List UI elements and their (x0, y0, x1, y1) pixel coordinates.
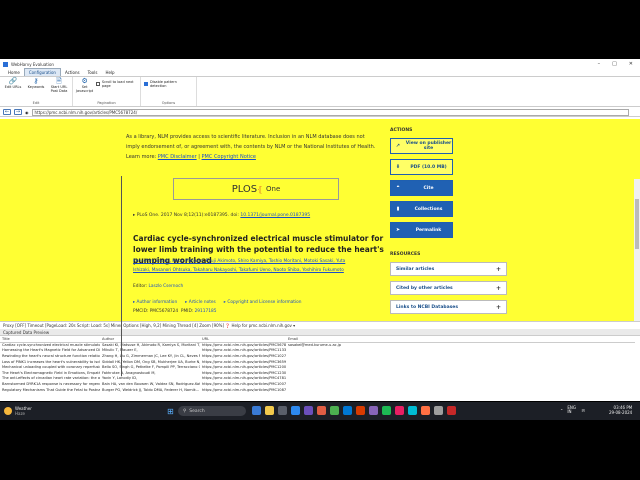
table-cell: Bello SO, Singh G, Petkelke F, Pompili P… (102, 365, 200, 370)
table-cell: Zhang H, Liu G, Zimmerman JC, Lee KY, Ji… (102, 353, 200, 358)
table-cell: Harnessing the Heart's Magnetic Field fo… (2, 348, 100, 353)
ribbon-group-edit: 🔗 Edit URLs ⚷ Keywords 🗎 Start URL Post Dat… (0, 77, 73, 106)
menu-home[interactable]: Home (4, 69, 24, 76)
group-caption-edit: Edit (32, 101, 40, 105)
keywords-button[interactable]: ⚷ Keywords (26, 77, 46, 90)
taskbar: Weather Haze ⊞ ⚲ Search ⌃ ENG IN ☴ 03:46 P… (0, 402, 640, 420)
group-caption-pagination: Pagination (97, 101, 116, 105)
taskbar-app-icon[interactable] (356, 406, 365, 415)
minimize-icon[interactable]: – (598, 61, 601, 67)
table-cell: The Heart's Electromagnetic Field in Emo… (2, 370, 100, 375)
taskbar-app-icon[interactable] (317, 406, 326, 415)
taskbar-app-icon[interactable] (408, 406, 417, 415)
table-cell: https://pmc.ncbi.nlm.nih.gov/articles/PM… (202, 359, 286, 364)
taskbar-apps (252, 406, 456, 415)
page-scrollbar[interactable] (634, 179, 640, 321)
wifi-icon[interactable]: ☴ (581, 408, 585, 413)
status-bar: Proxy [OFF] Timeout [PageLoad: 20s Scrip… (0, 321, 640, 329)
table-cell: Barnstormed DYRK1A response is necessary… (2, 381, 100, 386)
table-cell: Regulatory Mechanisms That Guide the Fet… (2, 387, 100, 392)
taskbar-app-icon[interactable] (369, 406, 378, 415)
taskbar-app-icon[interactable] (265, 406, 274, 415)
search-icon: ⚲ (183, 408, 187, 414)
page-icon: ◉ (25, 109, 29, 115)
taskbar-app-icon[interactable] (330, 406, 339, 415)
taskbar-app-icon[interactable] (343, 406, 352, 415)
taskbar-app-icon[interactable] (304, 406, 313, 415)
chevron-up-icon[interactable]: ⌃ (560, 408, 563, 413)
table-cell: https://pmc.ncbi.nlm.nih.gov/articles/PM… (202, 376, 286, 381)
table-cell: Burger PG, Weldrick JJ, Toldo DMA, Feder… (102, 387, 200, 392)
menu-help[interactable]: Help (101, 69, 118, 76)
table-cell: https://pmc.ncbi.nlm.nih.gov/articles/PM… (202, 343, 286, 348)
maximize-icon[interactable]: □ (612, 61, 617, 67)
captured-data-preview: Captured Data Preview Title Author URL Emai… (0, 329, 640, 401)
menu-configuration[interactable]: Configuration (23, 68, 61, 76)
scroll-next-page-checkbox[interactable]: Scroll to load next page (96, 80, 137, 88)
table-cell: https://pmc.ncbi.nlm.nih.gov/articles/PM… (202, 348, 286, 353)
taskbar-app-icon[interactable] (434, 406, 443, 415)
title-bar: WebHarvy Evaluation – □ ✕ (0, 59, 640, 69)
table-row[interactable]: Regulatory Mechanisms That Guide the Fet… (0, 387, 635, 393)
window-title: WebHarvy Evaluation (11, 61, 54, 67)
table-cell: https://pmc.ncbi.nlm.nih.gov/articles/PM… (202, 381, 286, 386)
edit-urls-button[interactable]: 🔗 Edit URLs (3, 77, 23, 90)
table-cell: https://pmc.ncbi.nlm.nih.gov/articles/PM… (202, 353, 286, 358)
set-javascript-button[interactable]: ⚙ Set Javascript (76, 77, 93, 94)
start-url-post-data-button[interactable]: 🗎 Start URL Post Data (49, 77, 69, 94)
taskbar-app-icon[interactable] (382, 406, 391, 415)
table-cell: Rewinding the heart's neural structure f… (2, 353, 100, 358)
preview-table: Title Author URL Email Cardiac cycle-synchr… (0, 336, 635, 392)
table-cell: Siddall HK, Yellon DM, Ong SB, Mukherjee… (102, 359, 200, 364)
table-cell: https://pmc.ncbi.nlm.nih.gov/articles/PM… (202, 365, 286, 370)
table-cell: Loss of PINK1 increases the heart's vuln… (2, 359, 100, 364)
table-cell: Sasaki KI, Matsuse H, Akimoto R, Kamiya … (102, 343, 200, 348)
table-cell: Bain HA, van den Bouwen W, Valdez SN, Ro… (102, 381, 200, 386)
windows-start-icon[interactable]: ⊞ (167, 407, 174, 416)
table-cell: https://pmc.ncbi.nlm.nih.gov/articles/PM… (202, 387, 286, 392)
ribbon-group-options: Disable pattern detection Options (141, 77, 197, 106)
browser-view (0, 119, 640, 321)
clock[interactable]: 03:46 PM 29-08-2024 (609, 405, 632, 415)
ribbon: 🔗 Edit URLs ⚷ Keywords 🗎 Start URL Post Dat… (0, 77, 640, 107)
table-cell: https://pmc.ncbi.nlm.nih.gov/articles/PM… (202, 370, 286, 375)
address-bar: ← → ◉ https://pmc.ncbi.nlm.nih.gov/artic… (0, 108, 640, 117)
taskbar-app-icon[interactable] (447, 406, 456, 415)
taskbar-search[interactable]: ⚲ Search (178, 406, 246, 416)
weather-widget[interactable]: Weather Haze (4, 406, 32, 416)
close-icon[interactable]: ✕ (629, 61, 633, 67)
taskbar-app-icon[interactable] (395, 406, 404, 415)
forward-icon[interactable]: → (14, 109, 22, 115)
table-cell: Cardiac cycle-synchronized electrical mu… (2, 343, 100, 348)
menu-bar: Home Configuration Actions Tools Help (0, 68, 640, 77)
taskbar-app-icon[interactable] (252, 406, 261, 415)
table-cell: The anti-effects of circadian heart rate… (2, 376, 100, 381)
lang-indicator[interactable]: ENG IN (567, 406, 577, 414)
menu-tools[interactable]: Tools (84, 69, 102, 76)
table-cell (286, 387, 635, 393)
system-tray: ⌃ ENG IN ☴ 03:46 PM 29-08-2024 (560, 405, 632, 415)
group-caption-options: Options (161, 101, 176, 105)
sun-icon (4, 407, 12, 415)
app-icon (3, 61, 8, 67)
app-window: WebHarvy Evaluation – □ ✕ Home Configura… (0, 59, 640, 401)
ribbon-group-pagination: ⚙ Set Javascript Scroll to load next page… (73, 77, 141, 106)
taskbar-app-icon[interactable] (291, 406, 300, 415)
taskbar-app-icon[interactable] (421, 406, 430, 415)
taskbar-app-icon[interactable] (278, 406, 287, 415)
back-icon[interactable]: ← (3, 109, 11, 115)
menu-actions[interactable]: Actions (61, 69, 84, 76)
table-cell: Mechanical unloading coupled with corona… (2, 365, 100, 370)
url-input[interactable]: https://pmc.ncbi.nlm.nih.gov/articles/PM… (31, 108, 629, 116)
preview-heading: Captured Data Preview (0, 329, 640, 336)
disable-pattern-checkbox[interactable]: Disable pattern detection (144, 80, 193, 88)
